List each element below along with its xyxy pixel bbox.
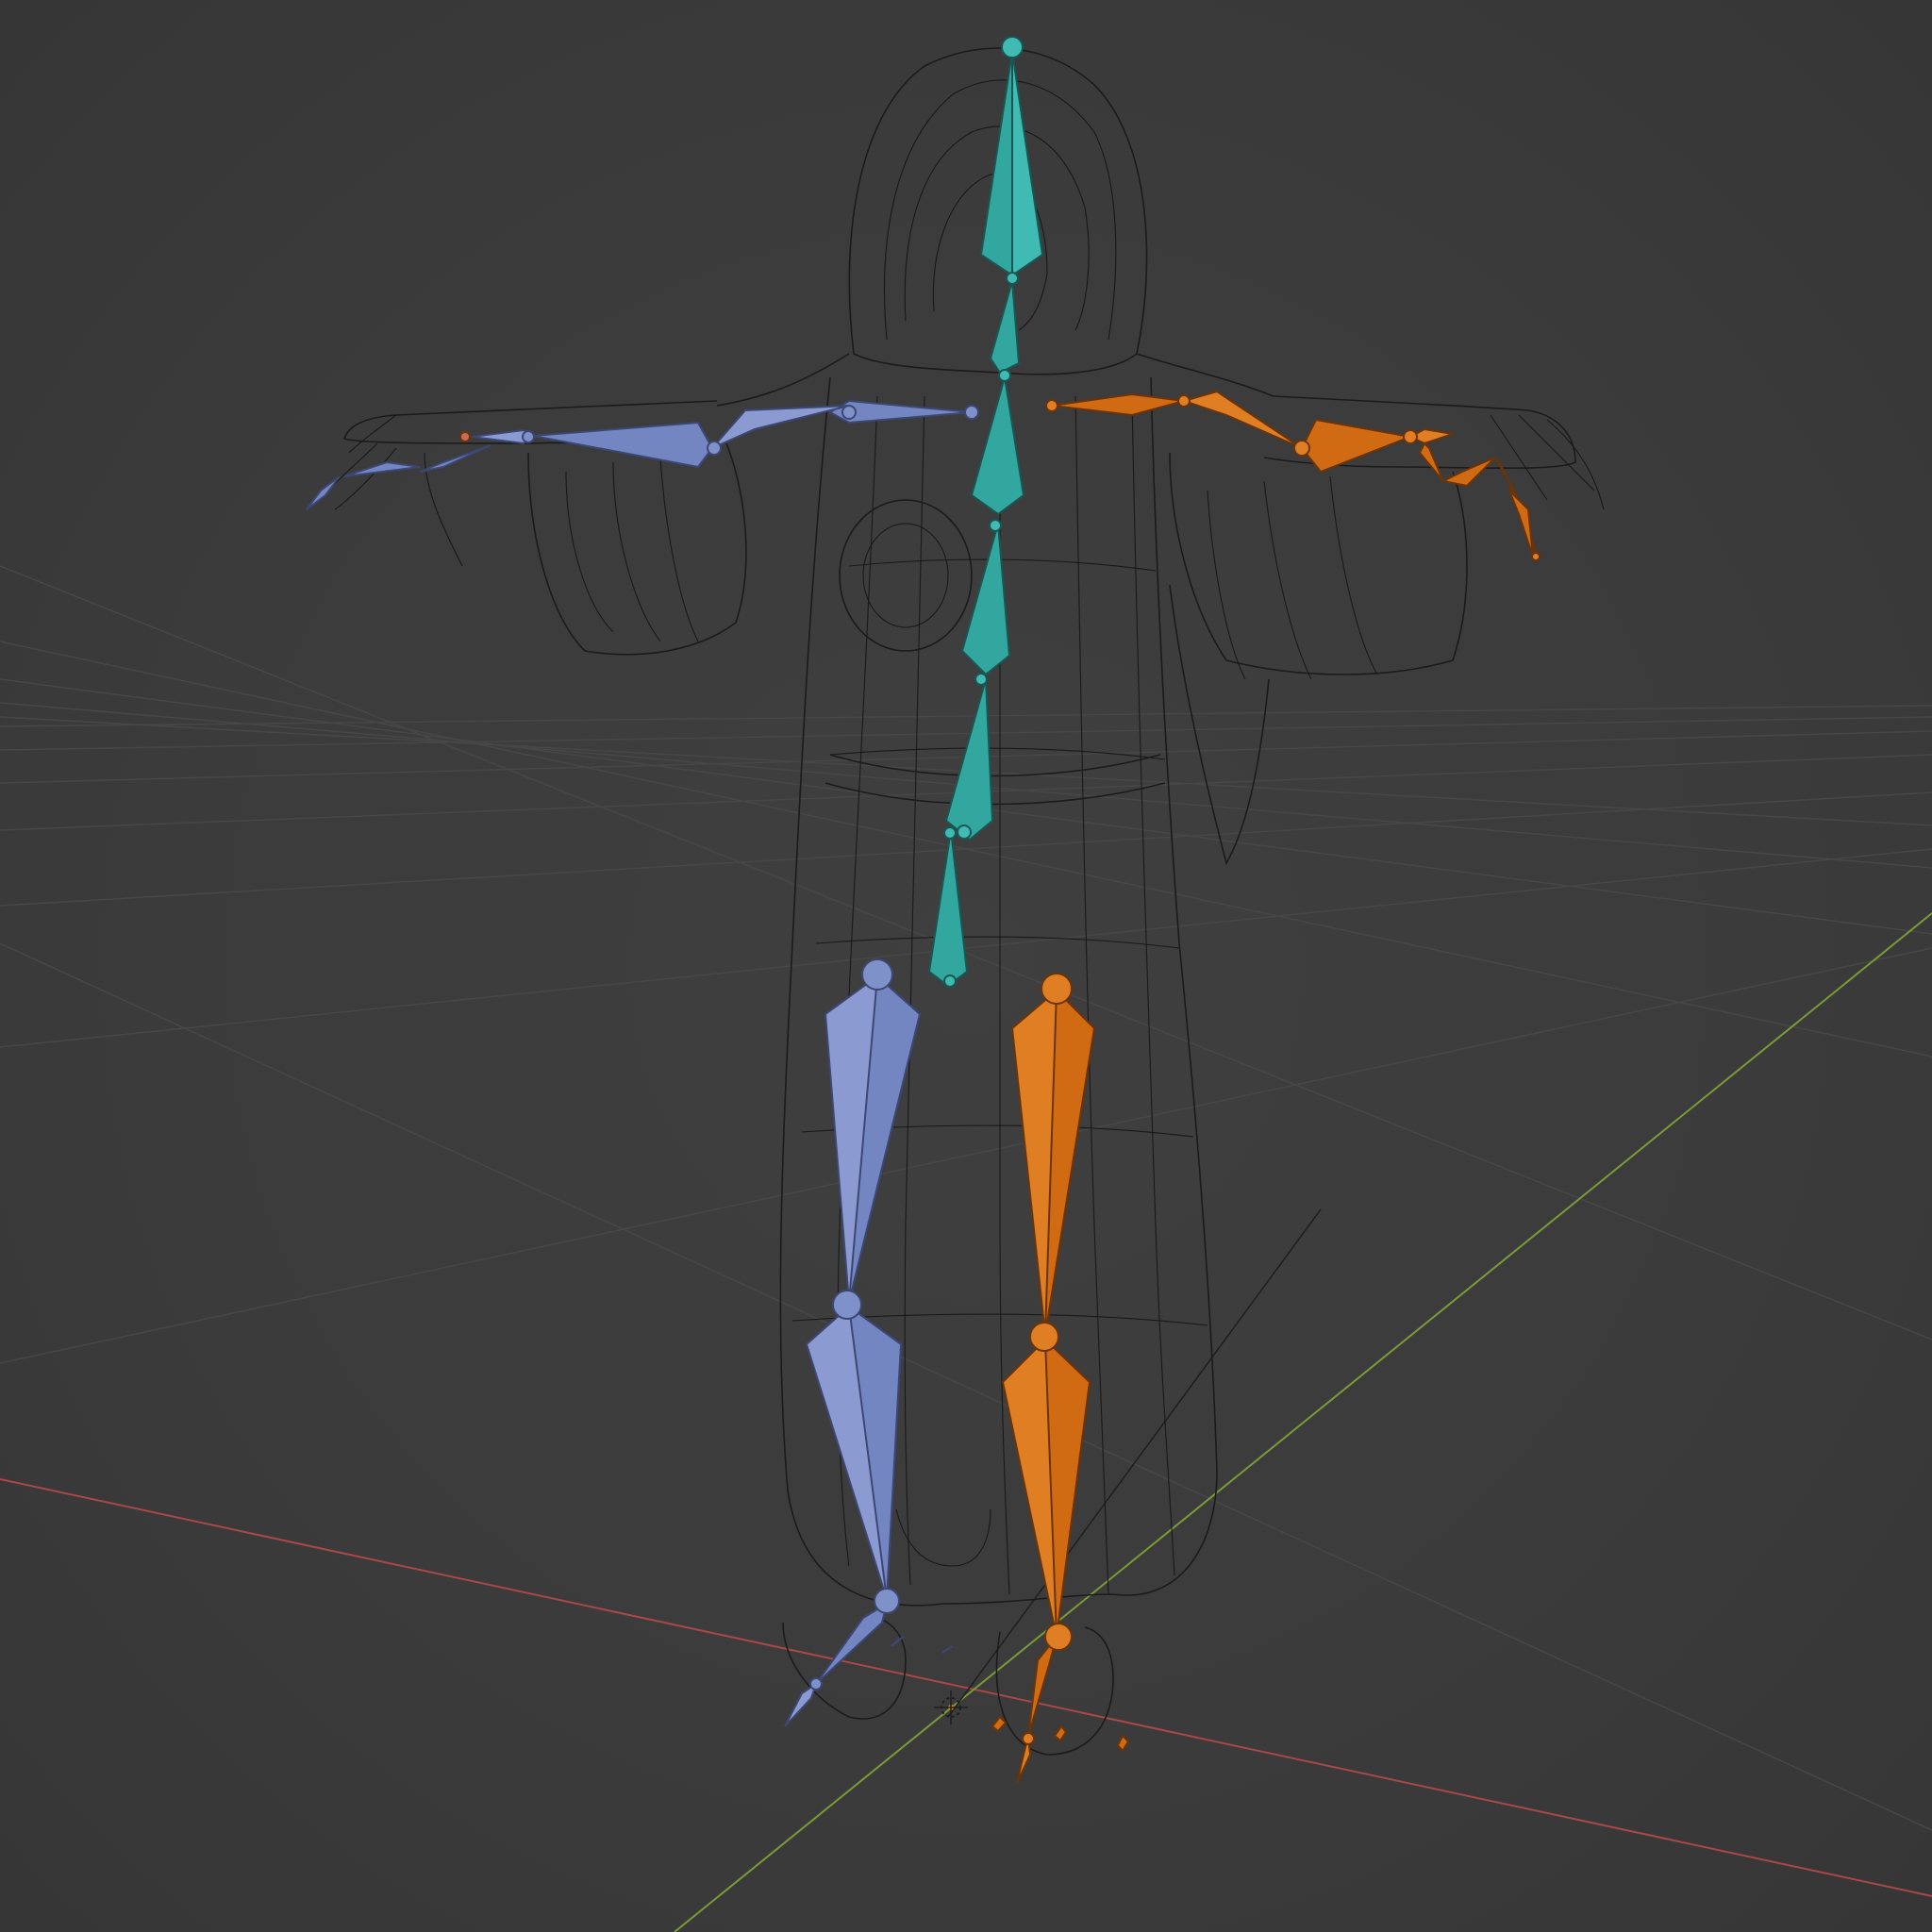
- joint-left-wrist[interactable]: [522, 430, 535, 443]
- joint-spine-upper[interactable]: [989, 519, 1002, 532]
- bone-right-heel-3[interactable]: [1116, 1734, 1130, 1753]
- joint-left-elbow-start[interactable]: [841, 405, 857, 420]
- joint-hips[interactable]: [957, 824, 972, 840]
- bone-left-finger-3[interactable]: [306, 475, 341, 510]
- bone-left-upper-arm[interactable]: [711, 405, 850, 449]
- joint-right-hip[interactable]: [1041, 973, 1073, 1005]
- joint-right-shoulder[interactable]: [1045, 399, 1058, 412]
- joint-left-ankle[interactable]: [874, 1588, 900, 1614]
- joint-chest[interactable]: [998, 369, 1011, 382]
- 3d-viewport[interactable]: [0, 0, 1932, 1932]
- bone-right-forearm[interactable]: [1300, 418, 1414, 474]
- grid-line: [0, 848, 1932, 1048]
- grid-line: [0, 641, 1932, 1058]
- joint-tail[interactable]: [943, 974, 957, 988]
- robe-hem-fold: [895, 1508, 991, 1567]
- viewport-canvas[interactable]: [0, 0, 1932, 1932]
- bone-right-heel-2[interactable]: [1053, 1724, 1068, 1742]
- bone-left-forearm[interactable]: [532, 421, 714, 469]
- joint-left-knee[interactable]: [832, 1290, 862, 1320]
- grid-line: [0, 947, 1932, 1364]
- joint-pelvis[interactable]: [943, 826, 957, 840]
- 3d-cursor[interactable]: [934, 1690, 968, 1724]
- bone-right-heel[interactable]: [991, 1715, 1008, 1733]
- right-sleeve-folds: [1207, 475, 1378, 680]
- joint-spine-mid[interactable]: [974, 673, 988, 686]
- grid-line: [0, 705, 1932, 727]
- bone-left-heel-2[interactable]: [941, 1645, 954, 1654]
- bone-neck[interactable]: [989, 280, 1021, 375]
- joint-right-elbow-start[interactable]: [1177, 394, 1191, 408]
- joint-left-elbow[interactable]: [707, 441, 722, 456]
- joint-right-knee[interactable]: [1029, 1322, 1059, 1352]
- right-leg-chain[interactable]: [991, 973, 1130, 1784]
- bone-head-face: [1011, 51, 1044, 277]
- joint-head-tip[interactable]: [1001, 36, 1024, 58]
- grid-line: [0, 565, 1932, 1341]
- bone-left-foot[interactable]: [815, 1601, 889, 1685]
- joint-right-finger-tip[interactable]: [1531, 552, 1541, 561]
- bone-right-upper-arm[interactable]: [1180, 390, 1303, 449]
- joint-left-hip[interactable]: [861, 958, 893, 991]
- right-sleeve: [1169, 452, 1468, 675]
- bone-right-finger-1[interactable]: [1418, 441, 1444, 482]
- left-sleeve-folds: [565, 457, 699, 642]
- joint-right-ankle[interactable]: [1044, 1623, 1073, 1651]
- chest-emblem-inner: [862, 523, 949, 628]
- joint-left-shoulder[interactable]: [964, 405, 979, 420]
- bone-right-finger-2[interactable]: [1440, 457, 1496, 488]
- right-sleeve-drape: [1169, 584, 1270, 866]
- right-hand-fingers: [1490, 414, 1605, 510]
- bone-right-finger-4[interactable]: [1508, 490, 1534, 558]
- left-sleeve: [527, 442, 747, 656]
- left-leg-chain[interactable]: [784, 958, 954, 1727]
- joint-neck[interactable]: [1006, 272, 1019, 285]
- bone-right-shoulder[interactable]: [1051, 392, 1185, 417]
- grid-line: [0, 942, 1932, 1831]
- bone-left-toe[interactable]: [784, 1681, 818, 1727]
- joint-right-elbow[interactable]: [1293, 440, 1310, 457]
- left-arm-chain[interactable]: [306, 399, 979, 510]
- bone-right-foot[interactable]: [1027, 1636, 1058, 1737]
- left-hand-fingers: [320, 414, 463, 567]
- bone-spine-lower[interactable]: [927, 829, 969, 988]
- bone-chest[interactable]: [970, 376, 1025, 516]
- joint-right-wrist[interactable]: [1403, 429, 1418, 444]
- wireframe-mesh: [320, 47, 1605, 1756]
- armature[interactable]: [306, 36, 1541, 1784]
- joint-left-hand-tip[interactable]: [459, 431, 471, 442]
- chest-emblem: [839, 499, 973, 652]
- bone-left-finger-1[interactable]: [419, 444, 491, 473]
- joint-right-ball[interactable]: [1022, 1732, 1035, 1745]
- bone-spine-mid[interactable]: [944, 678, 994, 841]
- joint-left-ball[interactable]: [809, 1677, 823, 1690]
- x-axis-line: [0, 1478, 1932, 1897]
